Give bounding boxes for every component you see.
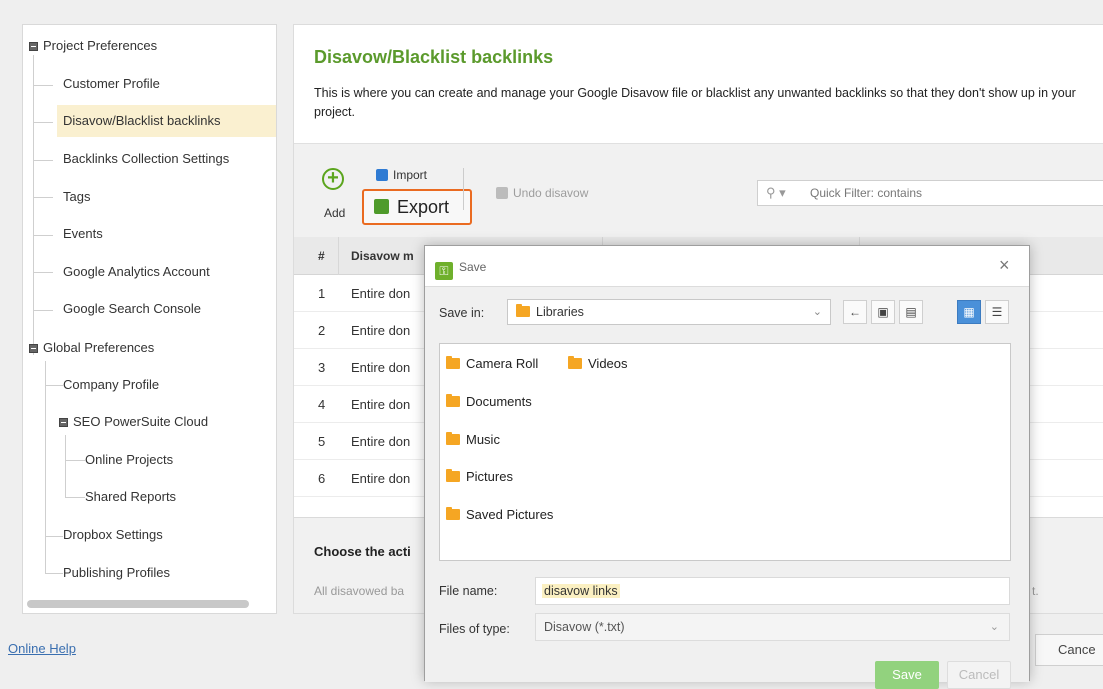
import-icon: [376, 169, 388, 181]
export-button[interactable]: Export: [362, 189, 472, 225]
toolbar: + Add Import Export Undo disavow ⚲ ▾ Qui…: [294, 143, 1103, 237]
folder-icon: [568, 356, 582, 369]
dialog-cancel-button[interactable]: Cancel: [947, 661, 1011, 689]
tree-item-tags[interactable]: Tags: [57, 186, 96, 208]
app-key-icon: ⚿: [435, 262, 453, 280]
chevron-down-icon: ⌄: [989, 621, 999, 633]
folder-icon: [446, 469, 460, 482]
tree-node-seo-powersuite-cloud[interactable]: SEO PowerSuite Cloud: [59, 411, 208, 433]
save-in-label: Save in:: [439, 306, 485, 320]
desktop-icon[interactable]: ▣: [871, 300, 895, 324]
tree-item-company-profile[interactable]: Company Profile: [57, 374, 165, 396]
tree-item-google-analytics[interactable]: Google Analytics Account: [57, 261, 216, 283]
column-header-number[interactable]: #: [318, 237, 325, 275]
chevron-down-icon: ⌄: [812, 306, 822, 318]
import-button[interactable]: Import: [376, 168, 427, 190]
toolbar-separator: [463, 168, 464, 210]
online-help-link[interactable]: Online Help: [8, 641, 76, 656]
tree-item-disavow-blacklist[interactable]: Disavow/Blacklist backlinks: [57, 105, 276, 137]
folder-icon: [446, 394, 460, 407]
folder-item[interactable]: Music: [446, 430, 500, 450]
save-button[interactable]: Save: [875, 661, 939, 689]
back-arrow-icon[interactable]: ←: [843, 300, 867, 324]
checkbox-icon: [496, 187, 508, 199]
tree-item-dropbox-settings[interactable]: Dropbox Settings: [57, 524, 169, 546]
close-icon[interactable]: ×: [999, 255, 1010, 276]
export-icon: [374, 199, 389, 214]
disavowed-note: All disavowed ba: [314, 584, 405, 598]
dialog-title: ⚿ Save: [435, 256, 486, 280]
folder-icon: [516, 304, 530, 317]
file-name-input[interactable]: disavow links: [535, 577, 1010, 605]
file-type-label: Files of type:: [439, 622, 510, 636]
file-list: Camera Roll Videos Documents Music Pictu…: [439, 343, 1011, 561]
folder-icon: [446, 356, 460, 369]
add-button[interactable]: + Add: [316, 168, 356, 224]
file-type-dropdown[interactable]: Disavow (*.txt) ⌄: [535, 613, 1010, 641]
details-view-icon[interactable]: ☰: [985, 300, 1009, 324]
plus-circle-icon: +: [322, 168, 344, 190]
choose-action-heading: Choose the acti: [314, 544, 411, 559]
page-description: This is where you can create and manage …: [314, 86, 1076, 119]
folder-icon: [446, 507, 460, 520]
quick-filter-input[interactable]: ⚲ ▾ Quick Filter: contains: [757, 180, 1103, 206]
list-view-icon[interactable]: ▦: [957, 300, 981, 324]
folder-item[interactable]: Documents: [446, 392, 532, 412]
tree-item-events[interactable]: Events: [57, 223, 109, 245]
main-header: Disavow/Blacklist backlinks This is wher…: [294, 25, 1103, 143]
new-folder-icon[interactable]: ▤: [899, 300, 923, 324]
tree-horizontal-scrollbar[interactable]: [27, 600, 249, 608]
folder-item[interactable]: Videos: [568, 354, 628, 374]
collapse-icon[interactable]: [29, 42, 38, 51]
tree-item-shared-reports[interactable]: Shared Reports: [85, 486, 176, 508]
page-title: Disavow/Blacklist backlinks: [314, 47, 554, 67]
tree-item-publishing-profiles[interactable]: Publishing Profiles: [57, 562, 176, 584]
folder-icon: [446, 432, 460, 445]
tree-item-backlinks-collection[interactable]: Backlinks Collection Settings: [57, 148, 235, 170]
folder-item[interactable]: Pictures: [446, 467, 513, 487]
collapse-icon[interactable]: [59, 418, 68, 427]
tree-item-customer-profile[interactable]: Customer Profile: [57, 73, 166, 95]
file-name-label: File name:: [439, 584, 498, 598]
save-dialog: ⚿ Save × Save in: Libraries ⌄ ← ▣ ▤ ▦ ☰ C…: [424, 245, 1030, 689]
tree-node-project-preferences[interactable]: Project Preferences: [29, 35, 157, 57]
save-in-dropdown[interactable]: Libraries ⌄: [507, 299, 831, 325]
folder-item[interactable]: Camera Roll: [446, 354, 538, 374]
cancel-button[interactable]: Cance: [1035, 634, 1103, 666]
preferences-tree: Project Preferences Customer Profile Dis…: [22, 24, 277, 614]
tree-item-online-projects[interactable]: Online Projects: [85, 449, 173, 471]
undo-disavow-button[interactable]: Undo disavow: [496, 186, 588, 200]
search-icon[interactable]: ⚲ ▾: [766, 181, 786, 205]
note-trailing-text: t.: [1032, 584, 1039, 598]
tree-item-google-search-console[interactable]: Google Search Console: [57, 298, 207, 320]
tree-node-global-preferences[interactable]: Global Preferences: [29, 337, 154, 359]
column-header-disavow-mode[interactable]: Disavow m: [351, 237, 414, 275]
collapse-icon[interactable]: [29, 344, 38, 353]
folder-item[interactable]: Saved Pictures: [446, 505, 553, 525]
dialog-body: Save in: Libraries ⌄ ← ▣ ▤ ▦ ☰ Camera Ro…: [425, 286, 1029, 689]
